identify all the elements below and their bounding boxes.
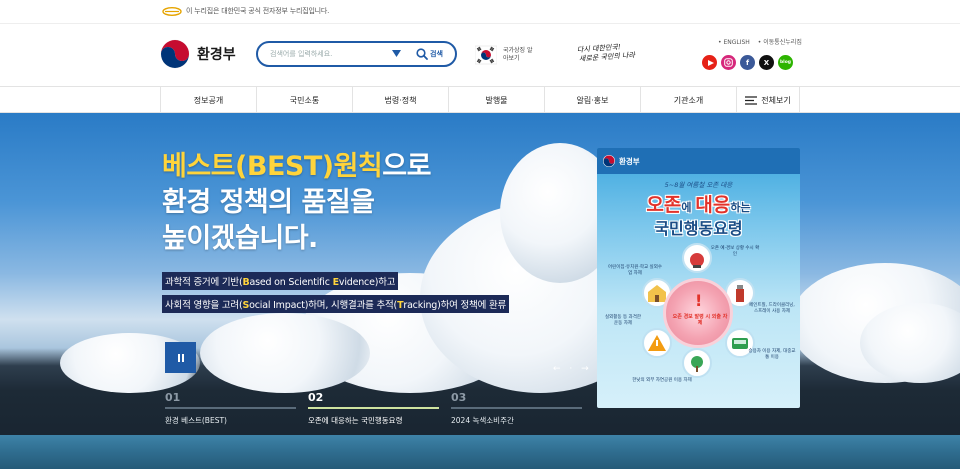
poster-node-alert <box>682 243 712 273</box>
poster-title-1: 오존에 대응하는 <box>646 194 751 216</box>
poster-title-2: 국민행동요령 <box>654 219 743 238</box>
english-link[interactable]: • ENGLISH <box>718 39 750 46</box>
facebook-icon[interactable]: f <box>740 55 755 70</box>
blog-icon[interactable]: blog <box>778 55 793 70</box>
hero-cloud <box>200 313 370 393</box>
logo-text: 환경부 <box>197 47 236 63</box>
nav-item-about[interactable]: 기관소개 <box>640 87 736 113</box>
search-button-label: 검색 <box>430 50 443 58</box>
gov-emblem-icon <box>162 7 182 16</box>
poster-center-circle: ! 오존 경보 발령 시 외출 자제 <box>663 278 733 348</box>
warning-icon <box>648 335 666 351</box>
search-box: 검색 <box>256 41 457 67</box>
hero-headline: 베스트(BEST)원칙으로 환경 정책의 품질을 높이겠습니다. <box>162 149 431 257</box>
poster-node-park <box>682 348 712 378</box>
gov-notice-bar: 이 누리집은 대한민국 공식 전자정부 누리집입니다. <box>0 0 960 24</box>
government-slogan: 다시 대한민국! 새로운 국민의 나라 <box>577 43 637 70</box>
poster-label-1: 오존 예·경보 상황 수시 확인 <box>710 246 760 257</box>
alarm-icon <box>690 253 704 268</box>
exclamation-icon: ! <box>695 291 703 310</box>
search-button[interactable]: 검색 <box>416 46 452 62</box>
hero-description-line1: 과학적 증거에 기반(Based on Scientific Evidence)… <box>162 272 399 290</box>
hero-description-line2: 사회적 영향을 고려(Social Impact)하며, 시행결과를 추적(Tr… <box>162 295 510 313</box>
nav-item-laws-policies[interactable]: 법령·정책 <box>352 87 448 113</box>
hero-headline-line2: 환경 정책의 품질을 <box>162 187 375 218</box>
taeguk-emblem-icon <box>160 39 190 69</box>
poster-label-4: 실외활동 등 과격한 운동 자제 <box>605 315 641 326</box>
slider-tab-2[interactable]: 02 오존에 대응하는 국민행동요령 <box>308 389 439 429</box>
hero-banner: 베스트(BEST)원칙으로 환경 정책의 품질을 높이겠습니다. 과학적 증거에… <box>0 113 960 469</box>
poster-label-5: 승용차 이용 자제, 대중교통 이용 <box>748 349 796 360</box>
x-icon[interactable]: X <box>759 55 774 70</box>
ozone-response-poster[interactable]: 환경부 5~8월 여름철 오존 대응 오존에 대응하는 국민행동요령 ! 오존 … <box>597 148 800 408</box>
slider-tab-3[interactable]: 03 2024 녹색소비주간 <box>451 389 582 429</box>
nav-item-news-promotion[interactable]: 알림·홍보 <box>544 87 640 113</box>
slider-tab-1[interactable]: 01 환경 베스트(BEST) <box>165 389 296 429</box>
gov-notice-text: 이 누리집은 대한민국 공식 전자정부 누리집입니다. <box>186 7 330 15</box>
poster-label-3: 페인트칠, 드라이클리닝, 스프레이 사용 자제 <box>749 303 795 314</box>
poster-node-exercise <box>642 328 672 358</box>
national-symbol-link[interactable]: 국가상징 알아보기 <box>475 44 535 66</box>
poster-center-text: 오존 경보 발령 시 외출 자제 <box>672 314 728 326</box>
poster-subtitle: 5~8월 여름철 오존 대응 <box>664 181 733 189</box>
nav-item-info-disclosure[interactable]: 정보공개 <box>160 87 256 113</box>
search-icon <box>416 48 428 60</box>
korean-flag-icon <box>475 45 497 65</box>
slider-tabs: 01 환경 베스트(BEST) 02 오존에 대응하는 국민행동요령 03 2024 … <box>165 389 585 429</box>
slider-pause-button[interactable] <box>165 342 196 373</box>
national-symbol-text: 국가상징 알아보기 <box>503 47 533 62</box>
nav-item-public-communication[interactable]: 국민소통 <box>256 87 352 113</box>
poster-header: 환경부 <box>597 148 800 174</box>
search-input[interactable] <box>270 47 390 61</box>
site-header: 환경부 검색 국가상징 알아보기 다시 대한민국! 새로운 국민의 나라 <box>0 24 960 86</box>
slider-arrows[interactable]: ← · → <box>553 364 592 374</box>
utility-links: • ENGLISH • 이동통신누리집 <box>712 37 802 46</box>
hero-headline-line1-rest: 으로 <box>382 151 431 182</box>
park-icon <box>691 356 703 372</box>
nav-item-publications[interactable]: 발행물 <box>448 87 544 113</box>
hero-headline-line3: 높이겠습니다. <box>162 223 318 254</box>
hero-description: 과학적 증거에 기반(Based on Scientific Evidence)… <box>162 270 510 316</box>
mobile-site-link[interactable]: • 이동통신누리집 <box>758 39 802 46</box>
poster-label-2: 어린이집·유치원·학교 실외수업 자제 <box>608 265 662 276</box>
hero-sea <box>0 435 960 469</box>
view-all-menu-button[interactable]: 전체보기 <box>736 87 800 113</box>
pause-icon <box>177 353 185 362</box>
youtube-icon[interactable] <box>702 55 717 70</box>
poster-brand: 환경부 <box>619 157 640 166</box>
poster-taeguk-icon <box>603 155 615 167</box>
dropdown-triangle-icon[interactable] <box>392 50 401 57</box>
instagram-icon[interactable] <box>721 55 736 70</box>
main-navigation: 정보공개 국민소통 법령·정책 발행물 알림·홍보 기관소개 전체보기 <box>0 86 960 113</box>
site-logo[interactable]: 환경부 <box>160 37 250 71</box>
view-all-label: 전체보기 <box>761 95 791 105</box>
hero-headline-highlight: 베스트(BEST)원칙 <box>162 151 383 182</box>
hamburger-icon <box>745 95 758 105</box>
poster-label-6: 한낮의 외부 자연공원 이용 자제 <box>632 378 692 383</box>
sns-links: f X blog <box>702 55 793 71</box>
